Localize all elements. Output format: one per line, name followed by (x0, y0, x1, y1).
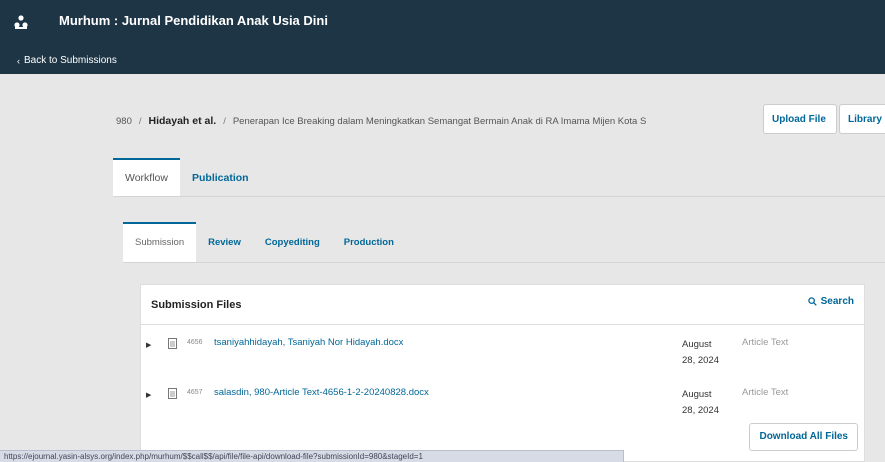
stage-tabs-divider (123, 262, 885, 263)
tab-copyediting[interactable]: Copyediting (253, 222, 332, 262)
search-label: Search (820, 296, 854, 307)
back-to-submissions-link[interactable]: ‹ Back to Submissions (17, 55, 117, 66)
ojs-logo-icon[interactable] (13, 14, 29, 30)
document-icon (168, 388, 177, 399)
file-id: 4656 (187, 339, 203, 346)
file-date-month: August (682, 339, 712, 350)
panel-header: Submission Files Search (141, 285, 864, 325)
stage-tabs: Submission Review Copyediting Production (123, 222, 406, 262)
document-icon (168, 338, 177, 349)
submission-authors: Hidayah et al. (148, 115, 217, 127)
download-all-files-button[interactable]: Download All Files (749, 423, 858, 451)
file-name-link[interactable]: tsaniyahhidayah, Tsaniyah Nor Hidayah.do… (214, 337, 403, 348)
file-row: ▶ 4656 tsaniyahhidayah, Tsaniyah Nor Hid… (141, 335, 864, 385)
search-icon (807, 297, 817, 306)
breadcrumb-separator: / (223, 115, 226, 127)
back-link-label: Back to Submissions (24, 55, 117, 66)
panel-title: Submission Files (151, 299, 242, 311)
file-date-day-year: 28, 2024 (682, 355, 719, 366)
status-bar-url: https://ejournal.yasin-alsys.org/index.p… (0, 450, 624, 462)
file-type: Article Text (742, 387, 789, 398)
chevron-left-icon: ‹ (17, 55, 20, 66)
top-header: Murhum : Jurnal Pendidikan Anak Usia Din… (0, 0, 885, 74)
file-date: August 28, 2024 (682, 337, 742, 369)
breadcrumb: 980 / Hidayah et al. / Penerapan Ice Bre… (116, 114, 776, 128)
library-button[interactable]: Library (839, 104, 885, 134)
submission-id: 980 (116, 115, 132, 127)
breadcrumb-separator: / (138, 115, 142, 127)
expand-toggle-icon[interactable]: ▶ (146, 341, 151, 349)
file-date: August 28, 2024 (682, 387, 742, 419)
tab-submission[interactable]: Submission (123, 222, 197, 262)
file-type: Article Text (742, 337, 789, 348)
tab-production[interactable]: Production (332, 222, 406, 262)
file-id: 4657 (187, 389, 203, 396)
tabs-divider (113, 196, 885, 197)
journal-title[interactable]: Murhum : Jurnal Pendidikan Anak Usia Din… (59, 13, 328, 28)
file-name-link[interactable]: salasdin, 980-Article Text-4656-1-2-2024… (214, 387, 429, 398)
expand-toggle-icon[interactable]: ▶ (146, 391, 151, 399)
tab-workflow[interactable]: Workflow (113, 158, 180, 196)
file-date-day-year: 28, 2024 (682, 405, 719, 416)
submission-files-panel: Submission Files Search ▶ 4656 tsaniyahh… (140, 284, 865, 462)
submission-title: Penerapan Ice Breaking dalam Meningkatka… (232, 115, 647, 127)
tab-review[interactable]: Review (196, 222, 253, 262)
search-button[interactable]: Search (807, 296, 854, 307)
main-tabs: Workflow Publication (113, 158, 261, 196)
upload-file-button[interactable]: Upload File (763, 104, 837, 134)
file-date-month: August (682, 389, 712, 400)
tab-publication[interactable]: Publication (180, 158, 261, 196)
